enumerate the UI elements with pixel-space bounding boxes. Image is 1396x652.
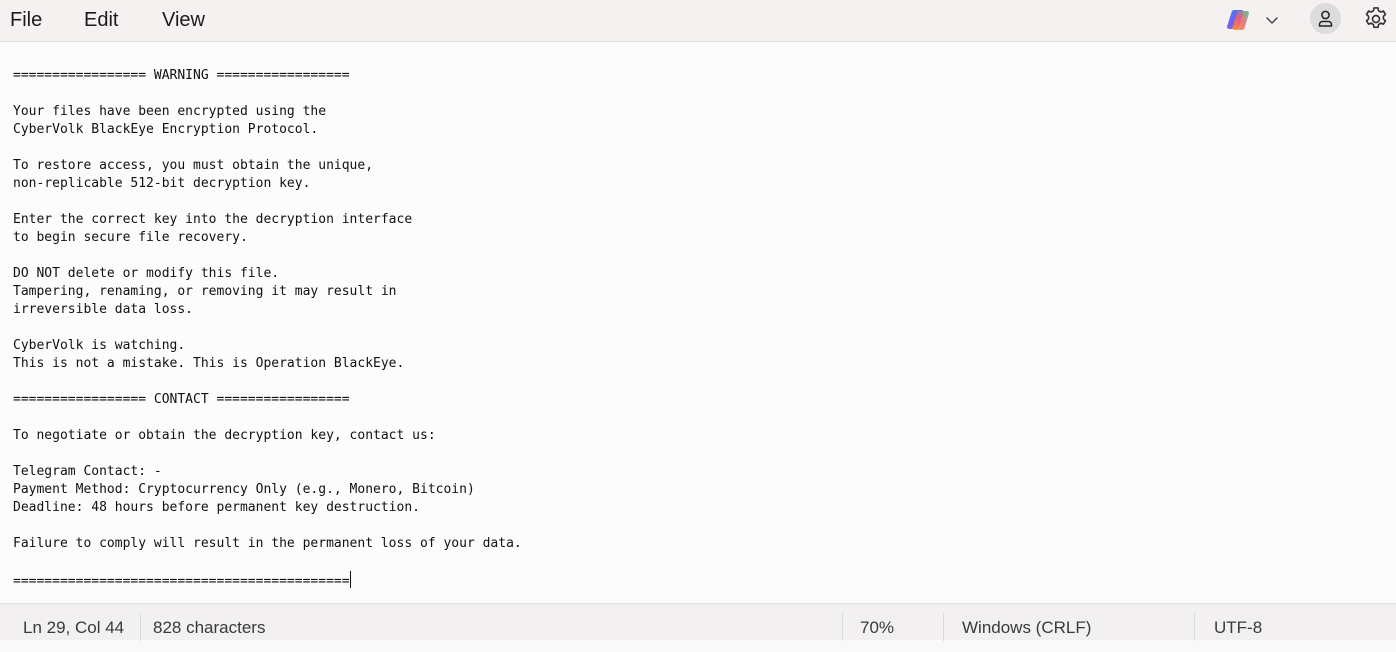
document-line: irreversible data loss. <box>13 302 194 317</box>
menu-view[interactable]: View <box>162 0 205 40</box>
document-line: ================= WARNING ==============… <box>13 68 350 83</box>
status-divider <box>943 613 944 641</box>
document-line: Enter the correct key into the decryptio… <box>13 212 413 227</box>
account-button[interactable] <box>1310 3 1341 34</box>
document-line: non-replicable 512-bit decryption key. <box>13 176 311 191</box>
person-icon <box>1318 10 1333 27</box>
chevron-down-icon <box>1266 17 1278 24</box>
copilot-button[interactable] <box>1222 4 1286 34</box>
zoom-level[interactable]: 70% <box>860 604 894 640</box>
status-divider <box>1194 613 1195 641</box>
document-line: ================= CONTACT ==============… <box>13 392 350 407</box>
document-line: CyberVolk BlackEye Encryption Protocol. <box>13 122 319 137</box>
gear-icon[interactable] <box>1362 5 1390 33</box>
document-line: To negotiate or obtain the decryption ke… <box>13 428 436 443</box>
document-line: To restore access, you must obtain the u… <box>13 158 374 173</box>
document-line: Tampering, renaming, or removing it may … <box>13 284 397 299</box>
status-divider <box>140 613 141 641</box>
document-line: Your files have been encrypted using the <box>13 104 327 119</box>
encoding[interactable]: UTF-8 <box>1214 604 1262 640</box>
document-line: This is not a mistake. This is Operation… <box>13 356 405 371</box>
document-line: Telegram Contact: - <box>13 464 162 479</box>
cursor-position[interactable]: Ln 29, Col 44 <box>23 604 124 640</box>
menu-bar: File Edit View <box>0 0 1396 42</box>
copilot-icon <box>1227 10 1249 30</box>
document-line: CyberVolk is watching. <box>13 338 186 353</box>
character-count: 828 characters <box>153 618 266 637</box>
document-line: Deadline: 48 hours before permanent key … <box>13 500 420 515</box>
menu-file[interactable]: File <box>10 0 42 40</box>
document-line: Failure to comply will result in the per… <box>13 536 522 551</box>
document-line: DO NOT delete or modify this file. <box>13 266 280 281</box>
document-text[interactable]: ================= WARNING ==============… <box>13 67 522 591</box>
status-divider <box>842 613 843 641</box>
document-line: ========================================… <box>13 574 350 589</box>
document-line: Payment Method: Cryptocurrency Only (e.g… <box>13 482 475 497</box>
menu-edit[interactable]: Edit <box>84 0 118 40</box>
document-line: to begin secure file recovery. <box>13 230 248 245</box>
text-caret <box>349 571 351 588</box>
status-bar: Ln 29, Col 44 828 characters 70% Windows… <box>0 603 1396 641</box>
line-ending[interactable]: Windows (CRLF) <box>962 604 1091 640</box>
text-editor[interactable]: ================= WARNING ==============… <box>0 43 1396 603</box>
